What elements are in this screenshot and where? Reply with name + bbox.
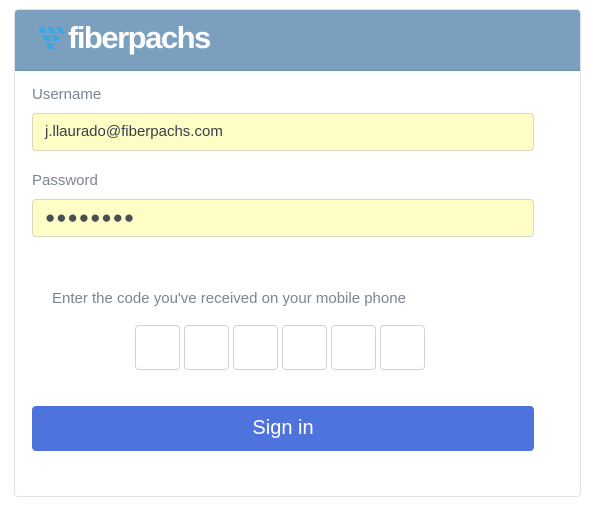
username-label: Username: [32, 86, 102, 103]
brand-name: fiberpachs: [68, 20, 211, 55]
brand-logo: fiberpachs: [36, 20, 211, 56]
password-label: Password: [32, 172, 98, 189]
card-header: fiberpachs: [15, 10, 580, 71]
code-digit-input-6[interactable]: [380, 325, 425, 370]
verification-code-prompt: Enter the code you've received on your m…: [52, 290, 406, 307]
code-digit-input-4[interactable]: [282, 325, 327, 370]
verification-code-inputs: [135, 325, 429, 370]
code-digit-input-1[interactable]: [135, 325, 180, 370]
sign-in-button[interactable]: Sign in: [32, 406, 534, 451]
code-digit-input-2[interactable]: [184, 325, 229, 370]
fiberpachs-logo-mark-icon: [38, 27, 65, 49]
username-input[interactable]: j.llaurado@fiberpachs.com: [32, 113, 534, 151]
code-digit-input-3[interactable]: [233, 325, 278, 370]
password-input[interactable]: ●●●●●●●●: [32, 199, 534, 237]
code-digit-input-5[interactable]: [331, 325, 376, 370]
